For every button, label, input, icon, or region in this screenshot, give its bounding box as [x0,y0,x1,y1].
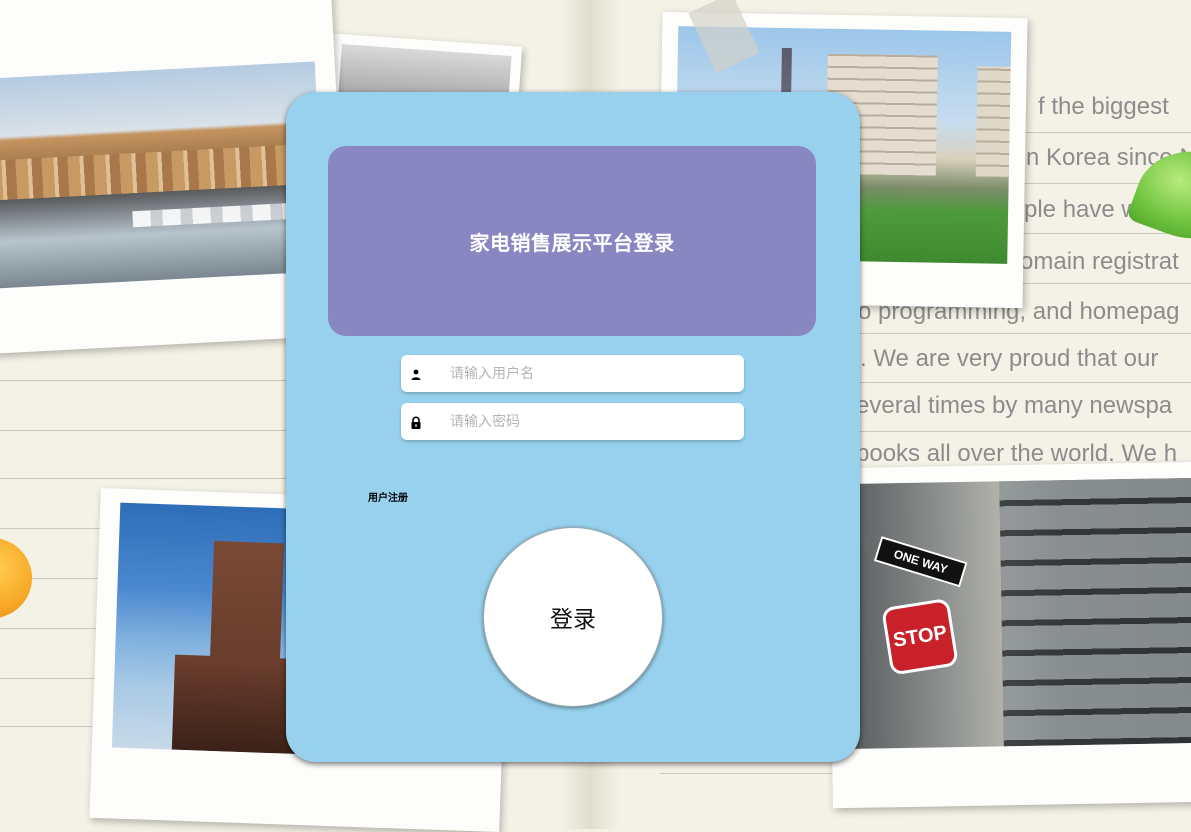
ruled-line [0,380,290,381]
ruled-line [0,430,290,431]
ruled-line [0,528,100,529]
one-way-sign: ONE WAY [873,536,968,588]
ruled-line [0,628,100,629]
ruled-line [860,333,1191,334]
page-title: 家电销售展示平台登录 [469,230,675,255]
password-field[interactable] [401,403,744,440]
ruled-line [860,382,1191,383]
notebook-text-line: . We are very proud that our [860,345,1159,372]
lock-icon [409,415,423,429]
photo-harbor-image [0,61,326,289]
user-icon [409,367,423,381]
login-panel: 家电销售展示平台登录 用户注册 登录 [286,92,860,762]
stop-sign: STOP [881,597,959,676]
username-input[interactable] [448,364,742,383]
ruled-line [860,431,1191,432]
ruled-line [1010,132,1191,133]
login-button[interactable]: 登录 [483,527,663,707]
harbor-buildings [0,143,322,201]
username-field[interactable] [401,355,744,392]
password-input[interactable] [448,412,742,431]
notebook-text-line: omain registrat [1020,248,1179,275]
ruled-line [0,726,100,727]
ruled-line [0,678,100,679]
ruled-line [1010,233,1191,234]
notebook-text-line: everal times by many newspa [856,392,1173,419]
title-banner: 家电销售展示平台登录 [328,146,816,336]
ruled-line [0,478,290,479]
notebook-text-line: f the biggest [1038,93,1169,120]
harbor-boats [132,202,293,228]
register-link[interactable]: 用户注册 [368,489,408,504]
photo-street-signs: ONE WAY STOP [827,461,1191,809]
photo-street-image: ONE WAY STOP [849,477,1191,749]
ruled-line [660,773,840,774]
paris-building [975,66,1012,178]
office-building [999,477,1191,747]
